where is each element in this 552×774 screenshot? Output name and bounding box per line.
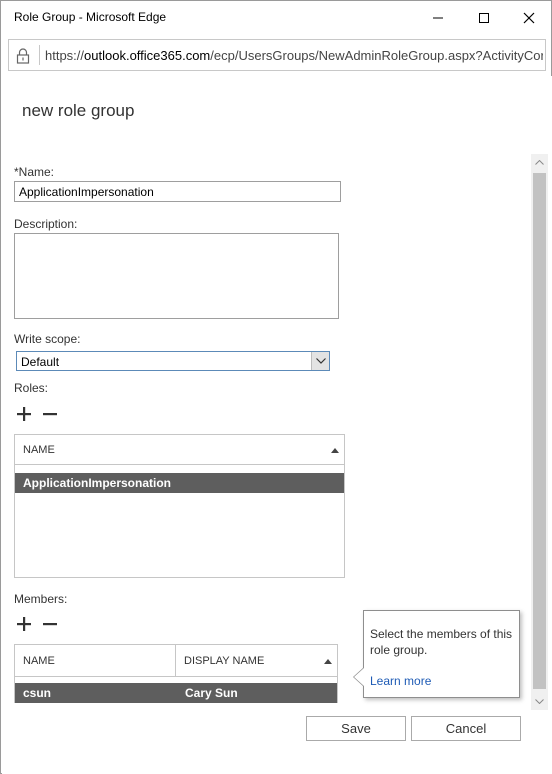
cancel-button[interactable]: Cancel — [411, 716, 521, 741]
table-row[interactable]: csun Cary Sun — [15, 683, 337, 703]
write-scope-select[interactable]: Default — [16, 351, 330, 371]
member-display-name-cell: Cary Sun — [185, 686, 238, 700]
minimize-button[interactable] — [415, 1, 461, 34]
url-prefix: https:// — [45, 48, 85, 63]
vertical-scrollbar[interactable] — [531, 154, 548, 710]
column-header-label: NAME — [23, 444, 55, 456]
column-header-name[interactable]: NAME — [15, 645, 176, 677]
browser-window: Role Group - Microsoft Edge https://outl… — [0, 0, 552, 774]
sort-ascending-icon — [324, 659, 332, 664]
minus-icon — [43, 623, 57, 626]
title-bar: Role Group - Microsoft Edge — [1, 1, 551, 34]
maximize-icon — [479, 12, 489, 23]
column-header-display-name[interactable]: DISPLAY NAME — [176, 645, 337, 677]
sort-ascending-icon — [331, 448, 339, 453]
remove-member-button[interactable] — [41, 615, 59, 633]
scrollbar-thumb[interactable] — [533, 173, 546, 689]
remove-role-button[interactable] — [41, 405, 59, 423]
page-title: new role group — [22, 101, 135, 120]
table-row[interactable]: ApplicationImpersonation — [15, 473, 344, 493]
close-button[interactable] — [506, 1, 552, 34]
minus-icon — [43, 413, 57, 416]
plus-icon — [17, 617, 31, 631]
plus-icon — [17, 407, 31, 421]
learn-more-link[interactable]: Learn more — [370, 674, 431, 688]
url-path: /ecp/UsersGroups/NewAdminRoleGroup.aspx?… — [210, 48, 543, 63]
window-title: Role Group - Microsoft Edge — [14, 10, 167, 24]
description-textarea[interactable] — [14, 233, 339, 319]
column-header-name[interactable]: NAME — [15, 435, 344, 465]
lock-icon — [16, 48, 30, 64]
name-label: *Name: — [14, 165, 55, 179]
url-host: outlook.office365.com — [84, 48, 211, 63]
callout-pointer-fill — [354, 668, 364, 686]
add-role-button[interactable] — [15, 405, 33, 423]
roles-grid: NAME ApplicationImpersonation — [14, 434, 345, 578]
members-label: Members: — [14, 592, 68, 606]
chevron-down-icon[interactable] — [311, 352, 329, 370]
help-callout: Select the members of this role group. L… — [353, 610, 520, 698]
scroll-up-button[interactable] — [531, 154, 548, 171]
address-divider — [39, 45, 40, 65]
scroll-down-button[interactable] — [531, 693, 548, 710]
members-grid: NAME DISPLAY NAME csun Cary Sun — [14, 644, 338, 703]
members-grid-header: NAME DISPLAY NAME — [15, 645, 337, 677]
save-button[interactable]: Save — [306, 716, 406, 741]
name-input[interactable]: ApplicationImpersonation — [14, 181, 341, 202]
write-scope-value: Default — [21, 355, 60, 369]
close-icon — [523, 12, 535, 23]
write-scope-label: Write scope: — [14, 332, 81, 346]
address-bar[interactable]: https://outlook.office365.com/ecp/UsersG… — [8, 39, 546, 71]
column-header-label: DISPLAY NAME — [184, 655, 265, 667]
member-name-cell: csun — [23, 686, 52, 700]
chevron-down-icon — [535, 699, 544, 704]
minimize-icon — [433, 17, 443, 18]
roles-grid-header: NAME — [15, 435, 344, 465]
dialog-content: new role group *Name: ApplicationImperso… — [2, 76, 552, 774]
chevron-up-icon — [535, 160, 544, 165]
maximize-button[interactable] — [461, 1, 507, 34]
description-label: Description: — [14, 217, 78, 231]
roles-label: Roles: — [14, 381, 49, 395]
role-name-cell: ApplicationImpersonation — [23, 476, 172, 490]
callout-text: Select the members of this role group. — [370, 627, 513, 657]
url-text[interactable]: https://outlook.office365.com/ecp/UsersG… — [45, 48, 543, 63]
add-member-button[interactable] — [15, 615, 33, 633]
column-header-label: NAME — [23, 655, 55, 667]
